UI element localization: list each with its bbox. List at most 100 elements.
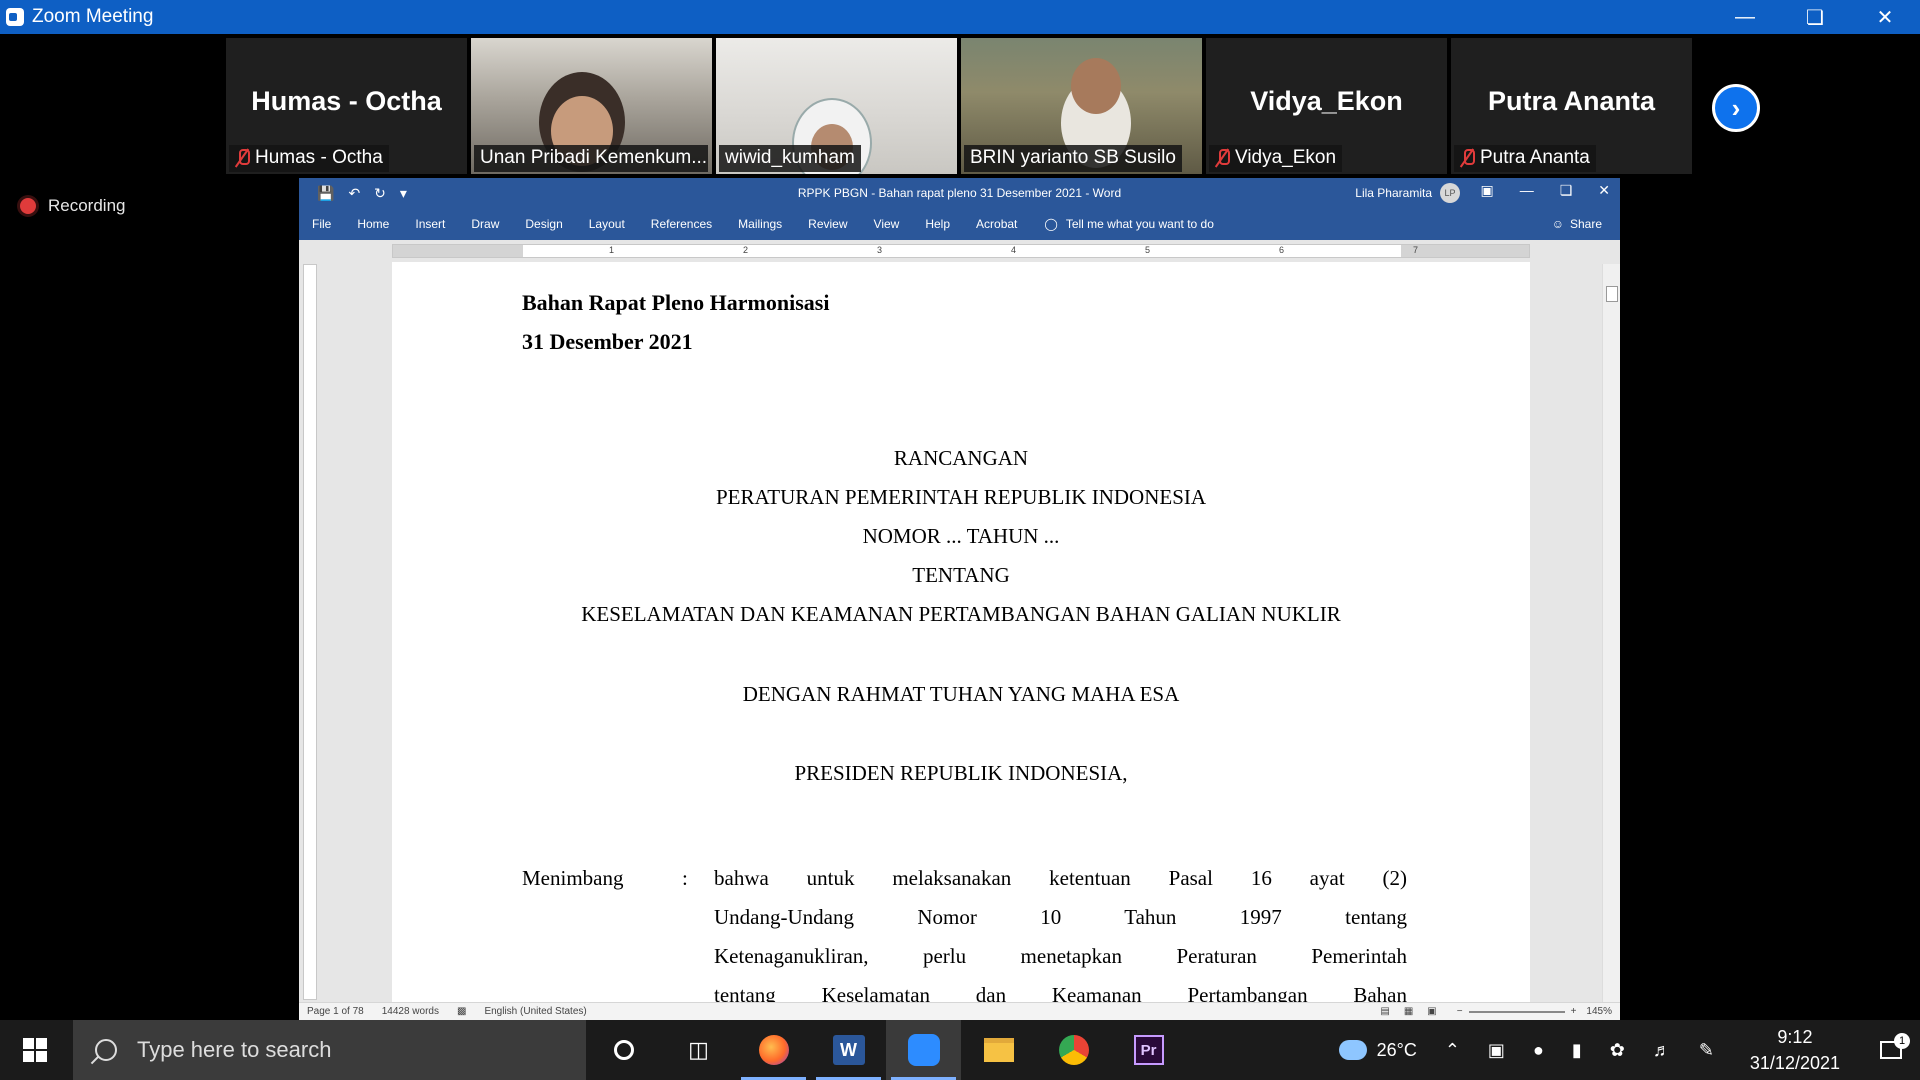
status-bar: Page 1 of 78 14428 words ▩ English (Unit… [299, 1002, 1620, 1020]
next-page-button[interactable]: › [1712, 84, 1760, 132]
print-layout-icon[interactable]: ▦ [1404, 1006, 1413, 1017]
page-count[interactable]: Page 1 of 78 [307, 1006, 364, 1017]
tab-references[interactable]: References [638, 217, 725, 231]
restore-button[interactable]: ❏ [1560, 182, 1573, 199]
participant-name-large: Humas - Octha [251, 86, 442, 116]
zoom-out-icon[interactable]: − [1457, 1006, 1463, 1017]
document-page[interactable]: Bahan Rapat Pleno Harmonisasi 31 Desembe… [392, 262, 1530, 1002]
action-center-button[interactable]: 1 [1862, 1033, 1920, 1059]
tab-draw[interactable]: Draw [458, 217, 512, 231]
considering-line: Ketenaganukliran, perlu menetapkan Perat… [714, 944, 1407, 968]
word-titlebar: 💾 ↶ ↻ ▾ RPPK PBGN - Bahan rapat pleno 31… [299, 178, 1620, 208]
taskbar-premiere[interactable]: Pr [1111, 1020, 1186, 1080]
ribbon-display-icon[interactable]: ▣ [1480, 182, 1493, 199]
considering-label: Menimbang [522, 866, 624, 890]
participant-label: wiwid_kumham [719, 145, 861, 172]
taskbar-file-explorer[interactable] [961, 1020, 1036, 1080]
tell-me-box[interactable]: ◯ Tell me what you want to do [1044, 217, 1214, 231]
participant-tile-active-speaker[interactable]: BRIN yarianto SB Susilo [961, 38, 1202, 174]
search-box[interactable]: Type here to search [73, 1020, 586, 1080]
word-count[interactable]: 14428 words [382, 1006, 439, 1017]
web-layout-icon[interactable]: ▣ [1427, 1006, 1436, 1017]
minimize-button[interactable]: — [1520, 182, 1534, 199]
cortana-icon [613, 1040, 634, 1060]
participant-tile[interactable]: Vidya_Ekon Vidya_Ekon [1206, 38, 1447, 174]
taskbar-chrome[interactable] [1036, 1020, 1111, 1080]
participant-name-large: Putra Ananta [1487, 86, 1656, 116]
share-label: Share [1569, 217, 1602, 231]
doc-line-nomor: NOMOR ... TAHUN ... [862, 524, 1060, 548]
tab-file[interactable]: File [299, 217, 344, 231]
search-placeholder: Type here to search [137, 1037, 332, 1062]
premiere-icon: Pr [1133, 1035, 1164, 1065]
vertical-ruler[interactable] [303, 264, 317, 1000]
window-title: Zoom Meeting [32, 6, 154, 27]
task-view-icon: ◫ [688, 1037, 709, 1062]
recording-indicator[interactable]: Recording [20, 196, 126, 216]
microphone-icon[interactable]: ● [1519, 1040, 1558, 1061]
ruler-number: 4 [1011, 245, 1017, 255]
task-view-button[interactable]: ◫ [661, 1020, 736, 1080]
tab-view[interactable]: View [861, 217, 913, 231]
taskbar-zoom[interactable] [886, 1020, 961, 1080]
doc-line-peraturan: PERATURAN PEMERINTAH REPUBLIK INDONESIA [715, 485, 1207, 509]
zoom-level[interactable]: 145% [1586, 1006, 1612, 1017]
start-button[interactable] [0, 1020, 70, 1080]
show-hidden-icons[interactable]: ⌃ [1431, 1040, 1474, 1061]
participant-video-face [1071, 58, 1121, 114]
user-account[interactable]: Lila Pharamita LP [1355, 183, 1460, 203]
tab-design[interactable]: Design [512, 217, 575, 231]
restore-button[interactable]: ❏ [1780, 0, 1850, 34]
participant-tile[interactable]: Putra Ananta Putra Ananta [1451, 38, 1692, 174]
clock[interactable]: 9:12 31/12/2021 [1728, 1024, 1862, 1076]
participant-tile[interactable]: Humas - Octha Humas - Octha [226, 38, 467, 174]
tab-layout[interactable]: Layout [576, 217, 638, 231]
considering-colon: : [682, 866, 688, 890]
participant-label-text: BRIN yarianto SB Susilo [970, 147, 1176, 168]
document-area: 1 2 3 4 5 6 7 Bahan Rapat Pleno Harmonis… [299, 240, 1620, 1002]
doc-line-blessing: DENGAN RAHMAT TUHAN YANG MAHA ESA [742, 682, 1180, 706]
doc-line-tentang: TENTANG [912, 563, 1010, 587]
user-name: Lila Pharamita [1355, 186, 1432, 200]
mic-muted-icon [1460, 148, 1475, 168]
tab-home[interactable]: Home [344, 217, 402, 231]
proofing-icon[interactable]: ▩ [457, 1006, 466, 1017]
tab-help[interactable]: Help [912, 217, 963, 231]
word-window: 💾 ↶ ↻ ▾ RPPK PBGN - Bahan rapat pleno 31… [299, 178, 1620, 1020]
participant-tile[interactable]: wiwid_kumham [716, 38, 957, 174]
wifi-icon[interactable]: ✿ [1596, 1040, 1639, 1061]
tab-mailings[interactable]: Mailings [725, 217, 795, 231]
participant-label-text: Putra Ananta [1480, 147, 1590, 168]
zoom-in-icon[interactable]: + [1571, 1006, 1577, 1017]
clock-time: 9:12 [1777, 1027, 1813, 1047]
clock-date: 31/12/2021 [1749, 1053, 1840, 1073]
battery-icon[interactable]: ▮ [1558, 1040, 1596, 1061]
participant-label-text: Vidya_Ekon [1235, 147, 1337, 168]
weather-widget[interactable]: 26°C [1325, 1040, 1431, 1061]
pen-icon[interactable]: ✎ [1685, 1040, 1728, 1061]
share-button[interactable]: ☺ Share [1552, 217, 1602, 231]
zoom-slider[interactable] [1468, 1010, 1565, 1013]
search-icon [95, 1039, 117, 1061]
participant-tile[interactable]: Unan Pribadi Kemenkum... [471, 38, 712, 174]
language[interactable]: English (United States) [484, 1006, 586, 1017]
tab-insert[interactable]: Insert [402, 217, 458, 231]
horizontal-ruler[interactable]: 1 2 3 4 5 6 7 [392, 244, 1530, 258]
close-button[interactable]: ✕ [1598, 182, 1610, 199]
minimize-button[interactable]: — [1710, 0, 1780, 34]
doc-line-rancangan: RANCANGAN [893, 446, 1029, 470]
system-tray: 26°C ⌃ ▣ ● ▮ ✿ ♬ ✎ 9:12 31/12/2021 1 [1325, 1020, 1920, 1080]
scrollbar-thumb[interactable] [1606, 286, 1618, 302]
taskbar-word[interactable]: W [811, 1020, 886, 1080]
meet-now-icon[interactable]: ▣ [1474, 1040, 1519, 1061]
read-mode-icon[interactable]: ▤ [1380, 1006, 1389, 1017]
close-button[interactable]: ✕ [1850, 0, 1920, 34]
chrome-icon [1058, 1035, 1089, 1065]
volume-icon[interactable]: ♬ [1639, 1040, 1685, 1061]
cortana-button[interactable] [586, 1020, 661, 1080]
tab-review[interactable]: Review [795, 217, 860, 231]
vertical-scrollbar[interactable] [1602, 264, 1620, 1002]
taskbar-firefox[interactable] [736, 1020, 811, 1080]
ruler-number: 3 [877, 245, 883, 255]
tab-acrobat[interactable]: Acrobat [963, 217, 1030, 231]
